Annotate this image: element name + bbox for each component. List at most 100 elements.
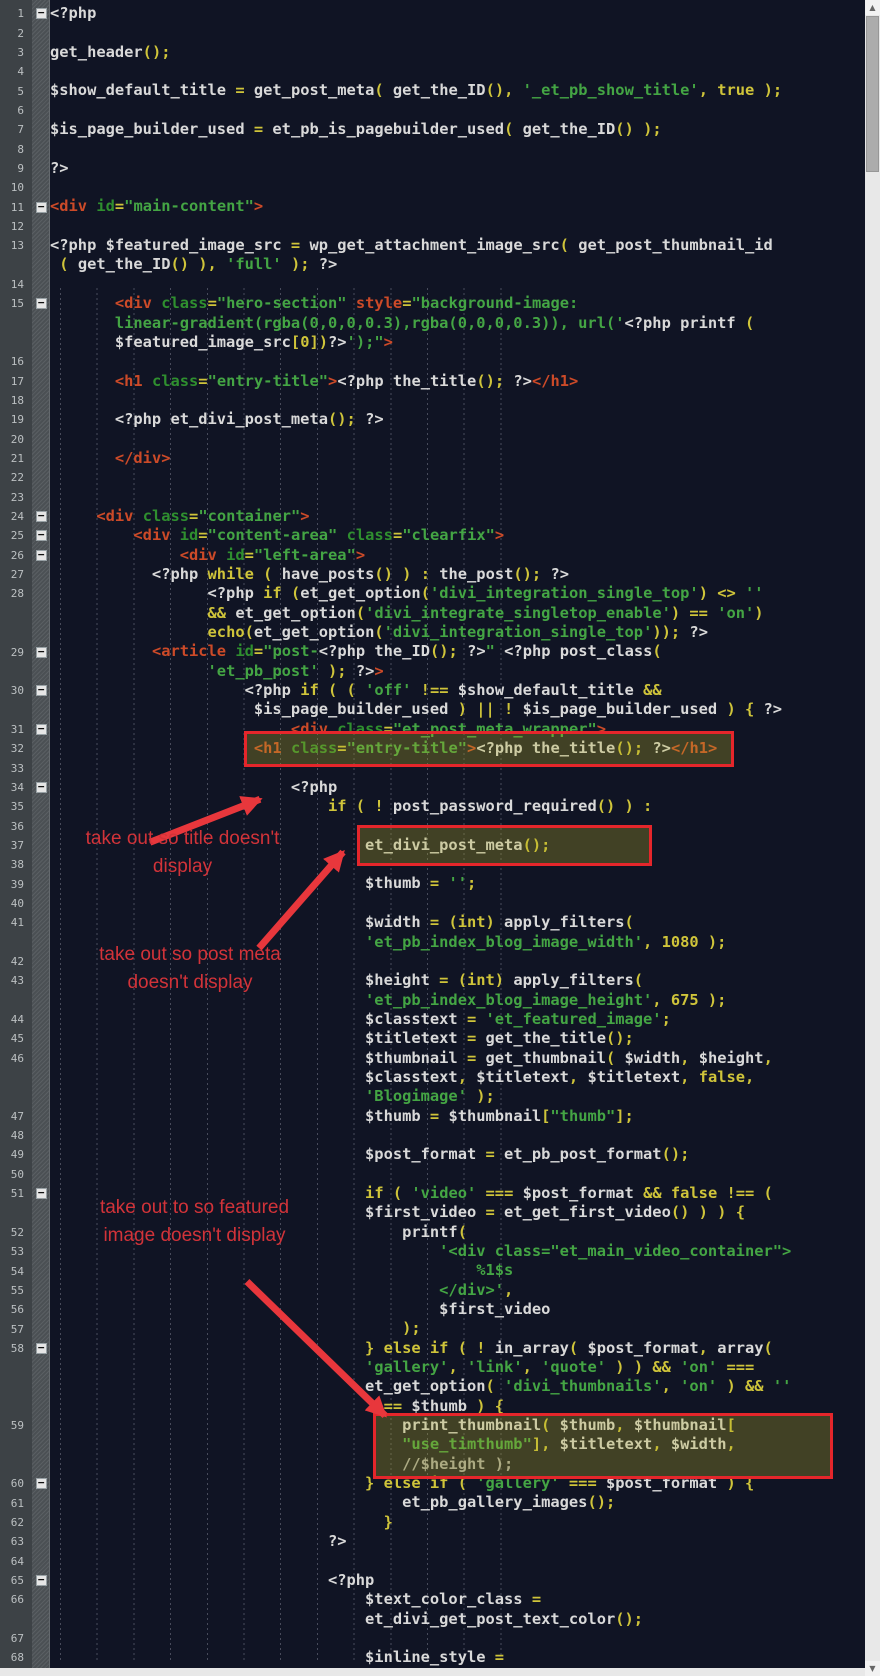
code-line[interactable]: $featured_image_src[0])?>');"> (50, 333, 880, 352)
code-line[interactable]: $show_default_title = get_post_meta( get… (50, 81, 880, 100)
code-line[interactable]: %1$s (50, 1261, 880, 1280)
code-line[interactable]: et_pb_gallery_images(); (50, 1493, 880, 1512)
code-line[interactable]: <?php if (et_get_option('divi_integratio… (50, 584, 880, 603)
code-line[interactable]: $text_color_class = (50, 1590, 880, 1609)
annotation-note-line: take out so title doesn't (85, 827, 280, 849)
code-line[interactable]: et_get_option( 'divi_thumbnails', 'on' )… (50, 1377, 880, 1396)
scroll-up-button[interactable]: ▲ (865, 0, 880, 15)
line-number: 43 (10, 974, 24, 988)
code-line[interactable]: <?php (50, 1571, 880, 1590)
code-token: = (290, 236, 301, 255)
code-line[interactable]: } else if ( ! in_array( $post_format, ar… (50, 1339, 880, 1358)
code-line[interactable]: get_header(); (50, 43, 880, 62)
line-number: 22 (10, 471, 24, 485)
code-line[interactable]: <article id="post-<?php the_ID(); ?>" <?… (50, 642, 880, 661)
code-line[interactable]: if ( ! post_password_required() ) : (50, 797, 880, 816)
fold-collapse-icon[interactable]: − (35, 201, 47, 213)
fold-collapse-icon[interactable]: − (35, 1187, 47, 1200)
code-token: , (698, 81, 708, 100)
code-line[interactable]: <?php et_divi_post_meta(); ?> (50, 410, 880, 429)
code-line[interactable]: ); (50, 1319, 880, 1338)
code-line[interactable]: <div class="et_post_meta_wrapper"> (50, 720, 880, 739)
code-line[interactable]: <?php (50, 778, 880, 797)
code-line[interactable]: et_divi_get_post_text_color(); (50, 1610, 880, 1629)
code-token: ) { (726, 700, 755, 719)
fold-collapse-icon[interactable]: − (35, 723, 47, 735)
code-line[interactable]: $titletext = get_the_title(); (50, 1029, 880, 1048)
code-row: 46 $thumbnail = get_thumbnail( $width, $… (0, 1049, 880, 1068)
fold-collapse-icon[interactable]: − (35, 781, 47, 793)
code-token: ( (281, 584, 301, 603)
code-line[interactable]: <h1 class="entry-title"><?php the_title(… (50, 739, 880, 758)
fold-collapse-icon[interactable]: − (35, 7, 47, 20)
fold-collapse-icon[interactable]: − (35, 529, 47, 542)
code-line[interactable]: $first_video (50, 1300, 880, 1319)
code-token: (); (605, 1029, 634, 1048)
code-line[interactable]: ?> (50, 1532, 880, 1551)
code-line[interactable]: $classtext, $titletext, $titletext, fals… (50, 1068, 880, 1087)
code-line[interactable]: } (50, 1513, 880, 1532)
scroll-down-button[interactable]: ▼ (865, 1661, 880, 1676)
line-number: 15 (10, 297, 24, 311)
fold-collapse-icon[interactable]: − (35, 1574, 47, 1587)
code-line[interactable]: <?php if ( ( 'off' !== $show_default_tit… (50, 681, 880, 700)
code-line[interactable]: </div> (50, 449, 880, 468)
code-line[interactable]: $width = (int) apply_filters( (50, 913, 880, 932)
line-number: 20 (10, 432, 24, 446)
fold-collapse-icon[interactable]: − (35, 549, 47, 561)
code-row: 63 ?> (0, 1532, 880, 1551)
code-line[interactable]: <?php $featured_image_src = wp_get_attac… (50, 236, 880, 255)
code-line[interactable]: 'Blogimage' ); (50, 1087, 880, 1106)
horizontal-scrollbar[interactable] (0, 1668, 865, 1676)
code-line[interactable]: $post_format = et_pb_post_format(); (50, 1145, 880, 1164)
code-token: , (763, 1048, 773, 1067)
code-line[interactable]: //$height ); (50, 1455, 880, 1474)
fold-collapse-icon[interactable]: − (35, 510, 47, 523)
code-token: , (615, 1416, 625, 1435)
code-line[interactable]: <h1 class="entry-title"><?php the_title(… (50, 372, 880, 391)
vertical-scrollbar[interactable]: ▲ ▼ (865, 0, 880, 1676)
code-row: 10 (0, 178, 880, 197)
code-line[interactable]: } else if ( 'gallery' === $post_format )… (50, 1474, 880, 1493)
code-token: > (383, 332, 393, 351)
code-line[interactable]: !== $thumb ) { (50, 1397, 880, 1416)
line-number: 21 (10, 452, 24, 466)
line-number: 6 (17, 103, 24, 117)
code-token: ( (374, 81, 384, 100)
code-token: , (652, 1435, 662, 1454)
code-line[interactable]: <?php (50, 4, 880, 23)
code-line[interactable]: print_thumbnail( $thumb, $thumbnail[ (50, 1416, 880, 1435)
code-line[interactable]: 'gallery', 'link', 'quote' ) ) && 'on' =… (50, 1358, 880, 1377)
code-line[interactable]: <div id="main-content"> (50, 197, 880, 216)
code-line[interactable]: "use_timthumb"], $titletext, $width, (50, 1435, 880, 1454)
code-line[interactable]: $inline_style = (50, 1648, 880, 1667)
fold-collapse-icon[interactable]: − (35, 684, 47, 697)
fold-collapse-icon[interactable]: − (35, 297, 47, 310)
code-line[interactable]: $thumbnail = get_thumbnail( $width, $hei… (50, 1049, 880, 1068)
code-line[interactable]: ( get_the_ID() ), 'full' ); ?> (50, 255, 880, 274)
code-line[interactable]: $is_page_builder_used ) || ! $is_page_bu… (50, 700, 880, 719)
code-line[interactable]: <div class="hero-section" style="backgro… (50, 294, 880, 313)
code-line[interactable]: && et_get_option('divi_integrate_singlet… (50, 604, 880, 623)
code-line[interactable]: linear-gradient(rgba(0,0,0,0.3),rgba(0,0… (50, 314, 880, 333)
code-line[interactable]: <div id="left-area"> (50, 546, 880, 565)
fold-collapse-icon[interactable]: − (35, 646, 47, 658)
code-line[interactable]: <div class="container"> (50, 507, 880, 526)
scrollbar-thumb[interactable] (866, 16, 879, 172)
code-token: = (235, 81, 245, 100)
code-line[interactable]: $is_page_builder_used = et_pb_is_pagebui… (50, 120, 880, 139)
fold-collapse-icon[interactable]: − (35, 1477, 47, 1490)
code-line[interactable]: <div id="content-area" class="clearfix"> (50, 526, 880, 545)
code-line[interactable]: echo(et_get_option('divi_integration_sin… (50, 623, 880, 642)
code-line[interactable]: ?> (50, 159, 880, 178)
code-line[interactable]: 'et_pb_post' ); ?>> (50, 662, 880, 681)
code-line[interactable]: </div>', (50, 1281, 880, 1300)
code-editor-window: 1− <?php 2 3 get_header(); 4 5 $show_default_ti… (0, 0, 880, 1676)
code-line[interactable]: $classtext = 'et_featured_image'; (50, 1010, 880, 1029)
code-line[interactable]: <?php while ( have_posts() ) : the_post(… (50, 565, 880, 584)
line-number: 52 (10, 1225, 24, 1239)
code-line[interactable]: $thumb = $thumbnail["thumb"]; (50, 1107, 880, 1126)
fold-collapse-icon[interactable]: − (35, 1342, 47, 1354)
